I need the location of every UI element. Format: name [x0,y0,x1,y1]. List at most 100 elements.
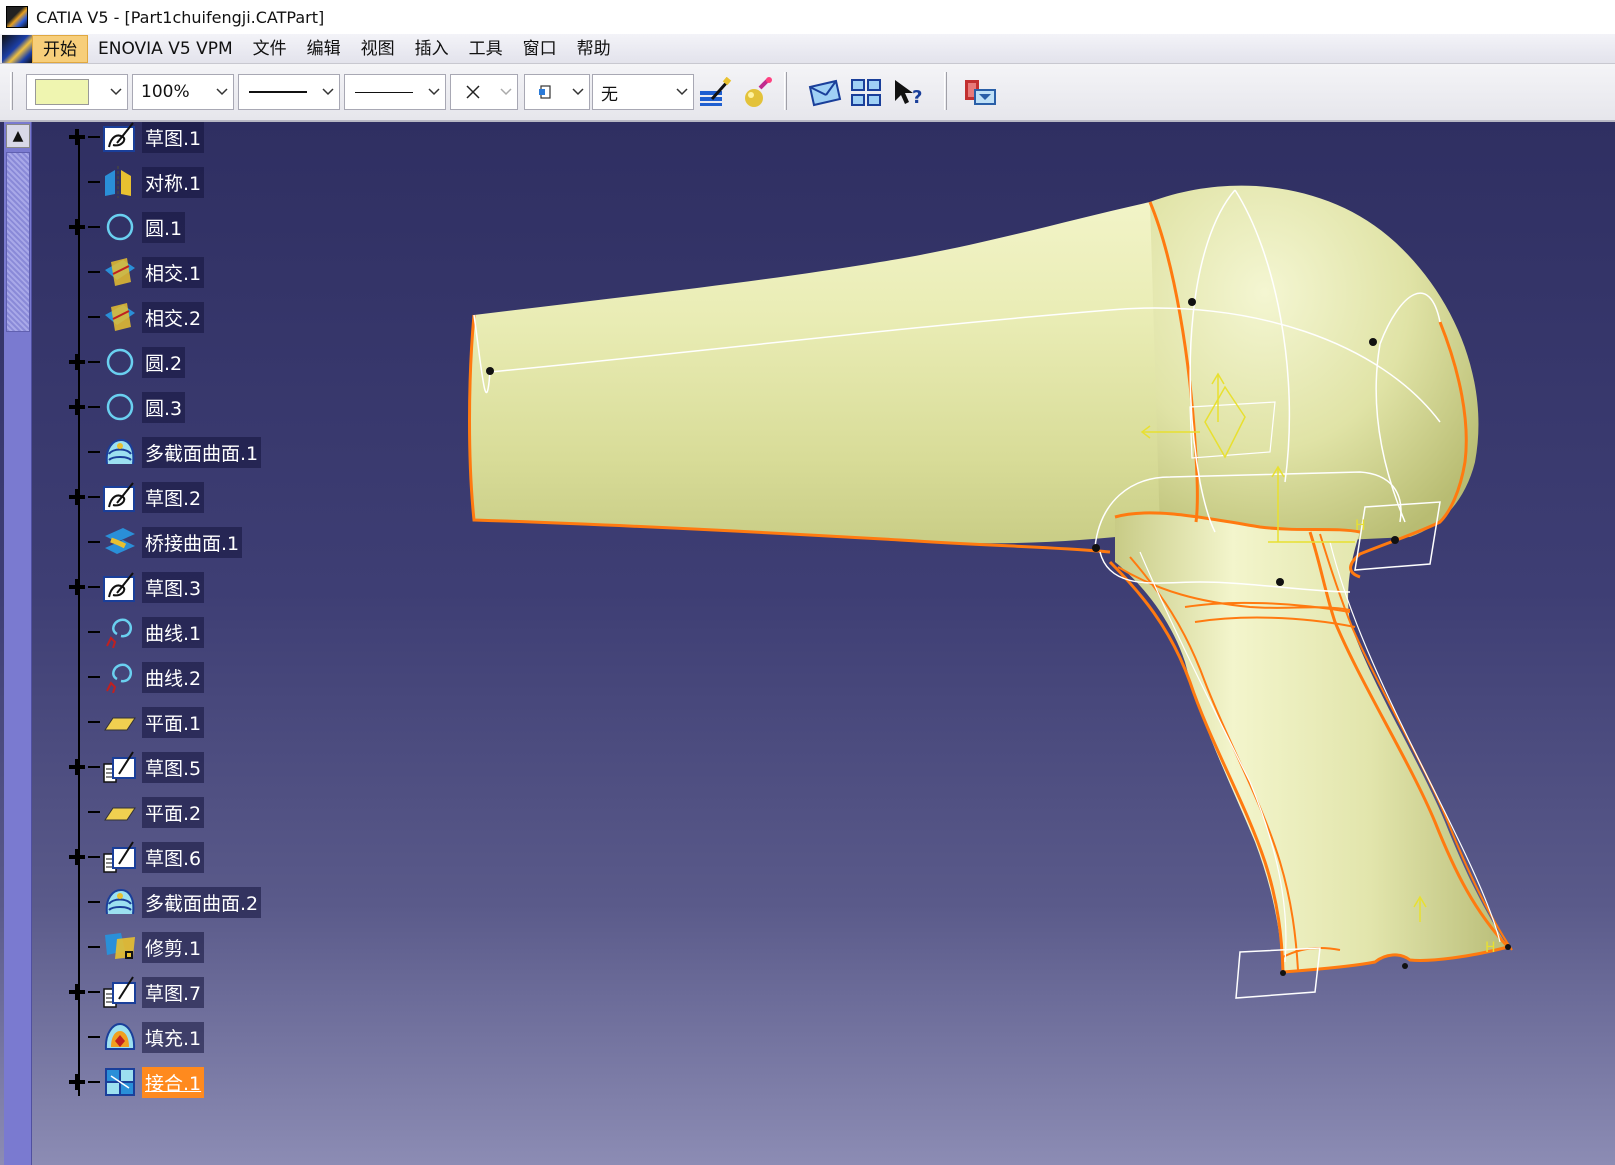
tree-item-curve-1[interactable]: 曲线.1 [66,612,205,652]
expand-plus-icon[interactable] [66,1071,88,1093]
tree-item-circle-3[interactable]: 圆.3 [66,387,186,427]
color-combo[interactable] [26,74,128,110]
toolbar-grip[interactable] [784,72,787,110]
graphic-properties-toolbar: 100% 无 ? [0,64,1615,122]
positioned-sketch-icon [102,749,138,785]
3d-viewport[interactable]: ▲ H H 草图.1 对称.1 圆.1 相交.1 相交.2 圆.2 圆.3 多截… [0,122,1615,1165]
tree-item-label: 草图.5 [142,751,205,783]
tree-item-symmetry-1[interactable]: 对称.1 [66,162,205,202]
tree-item-label: 草图.2 [142,481,205,513]
layer-combo[interactable]: 无 [592,74,694,110]
tree-item-label: 相交.2 [142,301,205,333]
tree-item-circle-1[interactable]: 圆.1 [66,207,186,247]
join-icon [102,1064,138,1100]
tree-item-circle-2[interactable]: 圆.2 [66,342,186,382]
menu-tools[interactable]: 工具 [459,35,513,63]
paint-brush-icon[interactable] [696,74,734,112]
tree-item-label: 填充.1 [142,1021,205,1053]
curve-icon [102,659,138,695]
multi-section-surface-icon [102,434,138,470]
chevron-down-icon[interactable] [495,75,517,109]
whats-this-icon[interactable]: ? [890,74,928,112]
tree-item-sketch-5[interactable]: 草图.5 [66,747,205,787]
tree-item-sketch-1[interactable]: 草图.1 [66,122,205,157]
chevron-down-icon[interactable] [567,75,589,109]
tree-item-multi-section-surface-1[interactable]: 多截面曲面.1 [66,432,262,472]
apply-material-icon[interactable] [738,74,776,112]
tree-item-label: 草图.1 [142,122,205,153]
expand-plus-icon[interactable] [66,396,88,418]
sketch-icon [102,569,138,605]
multi-view-icon[interactable] [848,74,886,112]
expand-plus-icon[interactable] [66,351,88,373]
point-symbol-combo[interactable] [450,74,518,110]
tree-item-sketch-3[interactable]: 草图.3 [66,567,205,607]
svg-text:H: H [1485,940,1496,956]
expand-plus-icon[interactable] [66,981,88,1003]
tree-item-multi-section-surface-2[interactable]: 多截面曲面.2 [66,882,262,922]
multi-section-surface-icon [102,884,138,920]
tree-item-plane-1[interactable]: 平面.1 [66,702,205,742]
catia-app-icon [6,6,28,28]
toolbar-grip[interactable] [10,72,13,110]
tree-item-join-1[interactable]: 接合.1 [66,1062,205,1102]
menu-edit[interactable]: 编辑 [297,35,351,63]
tree-item-curve-2[interactable]: 曲线.2 [66,657,205,697]
title-bar: CATIA V5 - [Part1chuifengji.CATPart] [0,0,1615,34]
linetype-combo[interactable] [344,74,446,110]
tree-item-trim-1[interactable]: 修剪.1 [66,927,205,967]
catalog-icon[interactable] [962,74,1000,112]
tree-item-blend-surface-1[interactable]: 桥接曲面.1 [66,522,243,562]
linetype-sample [355,91,413,93]
menu-insert[interactable]: 插入 [405,35,459,63]
tree-item-fill-1[interactable]: 填充.1 [66,1017,205,1057]
plane-icon [102,794,138,830]
expand-plus-icon[interactable] [66,216,88,238]
tree-item-sketch-2[interactable]: 草图.2 [66,477,205,517]
menu-window[interactable]: 窗口 [513,35,567,63]
circle-icon [102,389,138,425]
line-thickness-combo[interactable] [238,74,340,110]
rendering-style-icon [525,83,567,101]
intersection-icon [102,254,138,290]
tree-item-label: 接合.1 [142,1066,205,1098]
menu-start[interactable]: 开始 [32,34,88,63]
chevron-down-icon[interactable] [211,75,233,109]
rendering-style-combo[interactable] [524,74,590,110]
toolbar-grip[interactable] [944,72,947,110]
fly-mode-icon[interactable] [806,74,844,112]
fill-icon [102,1019,138,1055]
menu-enovia[interactable]: ENOVIA V5 VPM [88,35,243,63]
tree-item-intersection-2[interactable]: 相交.2 [66,297,205,337]
tree-item-sketch-6[interactable]: 草图.6 [66,837,205,877]
chevron-down-icon[interactable] [671,75,693,109]
dryer-body-surface [468,202,1160,544]
catia-compass-icon[interactable] [2,34,32,63]
trim-icon [102,929,138,965]
symmetry-icon [102,164,138,200]
expand-plus-icon[interactable] [66,756,88,778]
chevron-down-icon[interactable] [317,75,339,109]
dryer-handle-surface [1115,512,1508,972]
expand-plus-icon[interactable] [66,576,88,598]
tree-item-plane-2[interactable]: 平面.2 [66,792,205,832]
tree-item-label: 圆.2 [142,346,186,378]
transparency-value: 100% [141,82,190,102]
menu-help[interactable]: 帮助 [567,35,621,63]
specification-tree: 草图.1 对称.1 圆.1 相交.1 相交.2 圆.2 圆.3 多截面曲面.1 … [0,122,300,1165]
chevron-down-icon[interactable] [105,75,127,109]
tree-item-intersection-1[interactable]: 相交.1 [66,252,205,292]
expand-plus-icon[interactable] [66,126,88,148]
menu-bar: 开始 ENOVIA V5 VPM 文件 编辑 视图 插入 工具 窗口 帮助 [0,34,1615,64]
curve-icon [102,614,138,650]
blend-surface-icon [102,524,138,560]
expand-plus-icon[interactable] [66,846,88,868]
circle-icon [102,344,138,380]
tree-item-sketch-7[interactable]: 草图.7 [66,972,205,1012]
menu-file[interactable]: 文件 [243,35,297,63]
expand-plus-icon[interactable] [66,486,88,508]
chevron-down-icon[interactable] [423,75,445,109]
transparency-combo[interactable]: 100% [132,74,234,110]
menu-view[interactable]: 视图 [351,35,405,63]
tree-item-label: 草图.3 [142,571,205,603]
